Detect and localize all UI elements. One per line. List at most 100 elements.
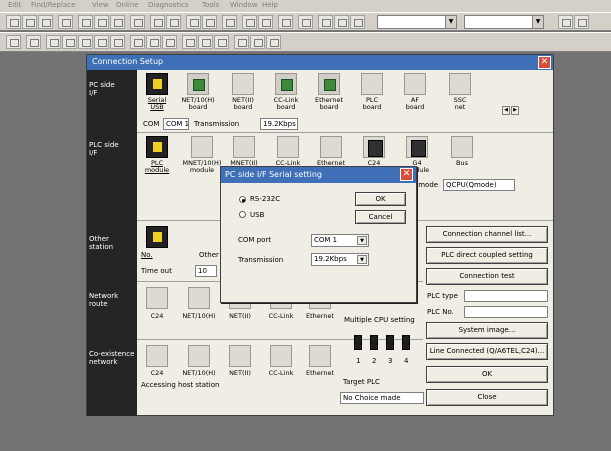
chevron-down-icon[interactable]: ▼: [532, 16, 543, 28]
coexistence-ethernet-icon[interactable]: [309, 345, 331, 367]
usb-radio[interactable]: [239, 211, 246, 218]
network-route-net10h-icon[interactable]: [188, 287, 210, 309]
read-plc-icon[interactable]: [186, 15, 201, 29]
com-port-select[interactable]: COM 1 ▼: [311, 234, 369, 247]
comment-icon[interactable]: [258, 15, 273, 29]
rs232c-radio[interactable]: [239, 196, 246, 203]
undo-icon[interactable]: [130, 15, 145, 29]
cpu-3-icon[interactable]: [386, 335, 394, 350]
ok-button[interactable]: OK: [426, 366, 548, 383]
project-combo[interactable]: ▼: [377, 15, 457, 29]
menu-window[interactable]: Window: [230, 2, 258, 9]
step-icon[interactable]: [62, 35, 77, 49]
cpu-2-icon[interactable]: [370, 335, 378, 350]
run-icon[interactable]: [94, 35, 109, 49]
write-plc-icon[interactable]: [202, 15, 217, 29]
serial-ok-button[interactable]: OK: [355, 192, 406, 206]
window-icon[interactable]: [350, 15, 365, 29]
bus-module-icon[interactable]: [451, 136, 473, 158]
line-connected-button[interactable]: Line Connected (Q/A6TEL,C24)...: [426, 343, 548, 360]
scroll-right-icon[interactable]: ▶: [511, 106, 519, 115]
window-split-icon[interactable]: [574, 15, 589, 29]
program-combo[interactable]: ▼: [464, 15, 544, 29]
copy-icon[interactable]: [94, 15, 109, 29]
transmission-select[interactable]: 19.2Kbps ▼: [311, 253, 369, 266]
cut-icon[interactable]: [78, 15, 93, 29]
plc-board-icon[interactable]: [361, 73, 383, 95]
plc-mode-display: QCPU(Qmode): [443, 179, 515, 191]
monitor-icon[interactable]: [222, 15, 237, 29]
help-icon[interactable]: [250, 35, 265, 49]
device-icon[interactable]: [278, 15, 293, 29]
chevron-down-icon[interactable]: ▼: [445, 16, 456, 28]
sfc-icon[interactable]: [318, 15, 333, 29]
coexistence-cc-link-icon[interactable]: [270, 345, 292, 367]
zoom-in-icon[interactable]: [146, 35, 161, 49]
network-route-c24-icon[interactable]: [146, 287, 168, 309]
menu-tools[interactable]: Tools: [202, 2, 219, 9]
system-image-button[interactable]: System image...: [426, 322, 548, 339]
serial-cancel-button[interactable]: Cancel: [355, 210, 406, 224]
mnetii-module-icon[interactable]: [233, 136, 255, 158]
entry-icon[interactable]: [78, 35, 93, 49]
menu-diagnostics[interactable]: Diagnostics: [148, 2, 189, 9]
info-icon[interactable]: [266, 35, 281, 49]
open-icon[interactable]: [22, 15, 37, 29]
coexistence-c24-icon[interactable]: [146, 345, 168, 367]
param-icon[interactable]: [298, 15, 313, 29]
check-icon[interactable]: [234, 35, 249, 49]
coexistence-net10h-icon[interactable]: [188, 345, 210, 367]
close-icon[interactable]: ✕: [538, 56, 551, 69]
ethernet-board-icon[interactable]: [318, 73, 340, 95]
ethernet-module-icon[interactable]: [320, 136, 342, 158]
cpu-4-icon[interactable]: [402, 335, 410, 350]
net10h-board-icon[interactable]: [187, 73, 209, 95]
cc-link-module-icon[interactable]: [277, 136, 299, 158]
close-icon[interactable]: ✕: [400, 168, 413, 181]
plc-direct-coupled-button[interactable]: PLC direct coupled setting: [426, 247, 548, 264]
mnet10h-module-icon[interactable]: [191, 136, 213, 158]
menu-help[interactable]: Help: [262, 2, 278, 9]
search-icon[interactable]: [130, 35, 145, 49]
zoom-icon[interactable]: [166, 15, 181, 29]
chevron-down-icon[interactable]: ▼: [357, 236, 367, 245]
connection-test-button[interactable]: Connection test: [426, 268, 548, 285]
print-icon[interactable]: [58, 15, 73, 29]
find-icon[interactable]: [150, 15, 165, 29]
verify-icon[interactable]: [46, 35, 61, 49]
menu-view[interactable]: View: [92, 2, 109, 9]
sample-icon[interactable]: [198, 35, 213, 49]
save-icon[interactable]: [38, 15, 53, 29]
cc-link-board-icon[interactable]: [275, 73, 297, 95]
section-plc-side: PLC side I/F: [89, 141, 119, 157]
stop-icon[interactable]: [110, 35, 125, 49]
coexistence-netii-icon[interactable]: [229, 345, 251, 367]
g4-module-icon[interactable]: [406, 136, 428, 158]
list-icon[interactable]: [334, 15, 349, 29]
new-icon[interactable]: [6, 15, 21, 29]
no-other-station-icon[interactable]: [146, 226, 168, 248]
paste-icon[interactable]: [110, 15, 125, 29]
connection-channel-list-button[interactable]: Connection channel list...: [426, 226, 548, 243]
program-write-icon[interactable]: [26, 35, 41, 49]
program-read-icon[interactable]: [6, 35, 21, 49]
menu-edit[interactable]: Edit: [8, 2, 22, 9]
netii-board-icon[interactable]: [232, 73, 254, 95]
sidebar-toggle-icon[interactable]: [558, 15, 573, 29]
serial-usb-icon[interactable]: [146, 73, 168, 95]
scroll-left-icon[interactable]: ◀: [502, 106, 510, 115]
menu-find-replace[interactable]: Find/Replace: [31, 2, 75, 9]
ladder-icon[interactable]: [242, 15, 257, 29]
cpu-1-icon[interactable]: [354, 335, 362, 350]
zoom-out-icon[interactable]: [162, 35, 177, 49]
close-button[interactable]: Close: [426, 389, 548, 406]
menu-online[interactable]: Online: [116, 2, 139, 9]
chevron-down-icon[interactable]: ▼: [357, 255, 367, 264]
ssc-net-icon[interactable]: [449, 73, 471, 95]
test-icon[interactable]: [214, 35, 229, 49]
timeout-field[interactable]: 10: [195, 265, 217, 277]
af-board-icon[interactable]: [404, 73, 426, 95]
plc-module-icon[interactable]: [146, 136, 168, 158]
c24-module-icon[interactable]: [363, 136, 385, 158]
trace-icon[interactable]: [182, 35, 197, 49]
